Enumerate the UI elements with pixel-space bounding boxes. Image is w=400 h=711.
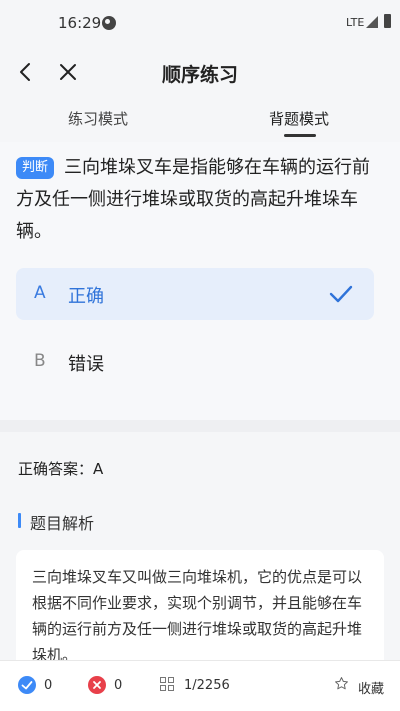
notification-icon [102, 16, 116, 30]
status-time: 16:29 [58, 14, 102, 32]
question-card: 判断 三向堆垛叉车是指能够在车辆的运行前方及任一侧进行堆垛或取货的高起升堆垛车辆。… [0, 142, 400, 420]
option-a[interactable]: A 正确 [16, 268, 374, 320]
tab-memorize-mode[interactable]: 背题模式 [269, 108, 329, 129]
analysis-box: 三向堆垛叉车又叫做三向堆垛机，它的优点是可以根据不同作业要求，实现个别调节，并且… [16, 550, 384, 670]
correct-answer: 正确答案：A [18, 460, 104, 478]
wrong-x-icon [88, 676, 106, 694]
correct-check-icon [18, 676, 36, 694]
analysis-text: 三向堆垛叉车又叫做三向堆垛机，它的优点是可以根据不同作业要求，实现个别调节，并且… [32, 568, 363, 664]
tab-practice-mode[interactable]: 练习模式 [68, 108, 128, 129]
option-text: 错误 [68, 354, 104, 375]
question-type-badge: 判断 [16, 157, 55, 179]
question-stem: 三向堆垛叉车是指能够在车辆的运行前方及任一侧进行堆垛或取货的高起升堆垛车辆。 [16, 157, 371, 242]
status-bar: 16:29 LTE [0, 0, 400, 46]
bottom-bar: 0 0 1/2256 收藏 [0, 660, 400, 711]
option-text: 正确 [68, 286, 104, 307]
option-b[interactable]: B 错误 [16, 336, 374, 388]
check-icon [329, 285, 353, 303]
signal-icon [366, 16, 378, 28]
question-text: 判断 三向堆垛叉车是指能够在车辆的运行前方及任一侧进行堆垛或取货的高起升堆垛车辆。 [16, 152, 386, 248]
network-label: LTE [346, 16, 365, 29]
active-tab-indicator [284, 134, 316, 137]
wrong-count: 0 [114, 678, 123, 693]
nav-bar: 顺序练习 [0, 46, 400, 98]
mode-tabs: 练习模式 背题模式 [0, 98, 400, 142]
grid-icon[interactable] [160, 677, 174, 691]
option-letter: A [34, 283, 46, 303]
question-progress[interactable]: 1/2256 [184, 678, 230, 693]
correct-count: 0 [44, 678, 53, 693]
favorite-button[interactable]: 收藏 [358, 678, 384, 697]
page-title: 顺序练习 [161, 64, 238, 86]
analysis-title: 题目解析 [30, 514, 95, 533]
option-letter: B [34, 351, 46, 371]
answer-section: 正确答案：A 题目解析 三向堆垛叉车又叫做三向堆垛机，它的优点是可以根据不同作业… [0, 432, 400, 670]
section-divider [0, 420, 400, 432]
battery-icon [384, 14, 391, 28]
star-icon[interactable] [334, 676, 349, 691]
